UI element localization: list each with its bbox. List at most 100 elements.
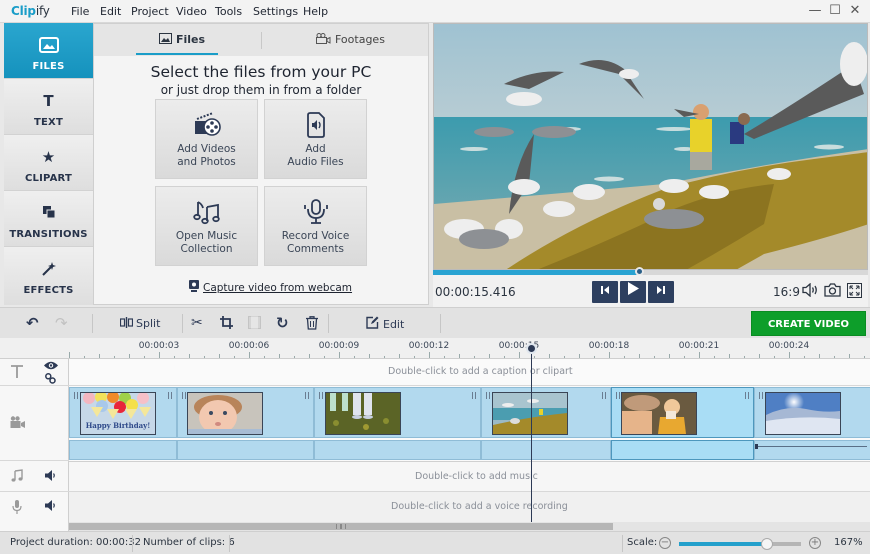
redo-button[interactable]: ↷: [55, 314, 68, 332]
clip-audio-strip[interactable]: [177, 440, 314, 460]
visibility-eye-icon[interactable]: [44, 361, 58, 370]
rotate-icon: ↻: [276, 314, 289, 332]
frame-button[interactable]: [248, 316, 261, 332]
clip-seagulls-beach[interactable]: [481, 387, 611, 438]
edit-icon: [366, 316, 379, 329]
ruler-tick: [264, 356, 265, 358]
maximize-button[interactable]: ☐: [824, 2, 846, 20]
minimize-button[interactable]: —: [804, 2, 826, 20]
clip-trim-handle[interactable]: [182, 392, 186, 399]
clip-trim-handle[interactable]: [319, 392, 323, 399]
delete-button[interactable]: [306, 316, 318, 333]
cut-button[interactable]: ✂: [191, 315, 203, 331]
clip-baby-face[interactable]: [177, 387, 314, 438]
clip-trim-handle[interactable]: [486, 392, 490, 399]
fullscreen-button[interactable]: [847, 283, 862, 302]
ruler-tick: [534, 356, 535, 358]
create-video-button[interactable]: CREATE VIDEO: [751, 311, 866, 336]
speaker-icon[interactable]: [45, 500, 56, 511]
menu-tools[interactable]: Tools: [215, 5, 242, 18]
caption-track[interactable]: Double-click to add a caption or clipart: [69, 359, 870, 386]
volume-button[interactable]: [802, 282, 819, 301]
sidebar-item-text[interactable]: T TEXT: [4, 79, 93, 135]
scale-slider[interactable]: [679, 538, 801, 550]
zoom-in-button[interactable]: +: [809, 537, 821, 549]
open-music-collection-button[interactable]: Open Music Collection: [155, 186, 258, 266]
clip-happy-birthday[interactable]: Happy Birthday!: [69, 387, 177, 438]
sidebar-item-files[interactable]: FILES: [4, 23, 93, 79]
aspect-ratio-button[interactable]: 16:9: [773, 285, 800, 299]
play-button[interactable]: [620, 281, 646, 303]
menu-file[interactable]: File: [71, 5, 89, 18]
link-icon[interactable]: [45, 373, 56, 384]
ruler-tick: [444, 356, 445, 358]
next-button[interactable]: [648, 281, 674, 303]
menu-settings[interactable]: Settings: [253, 5, 298, 18]
previous-button[interactable]: [592, 281, 618, 303]
clip-trim-handle[interactable]: [616, 392, 620, 399]
menu-help[interactable]: Help: [303, 5, 328, 18]
clip-audio-strip[interactable]: [611, 440, 754, 460]
ruler-tick: [654, 356, 655, 358]
clip-trim-handle[interactable]: [168, 392, 172, 399]
volume-line[interactable]: [757, 446, 867, 447]
edit-button[interactable]: Edit: [366, 316, 404, 331]
tab-files[interactable]: Files: [159, 33, 205, 46]
clip-trim-handle[interactable]: [759, 392, 763, 399]
ruler-tick: [294, 356, 295, 358]
sidebar-item-transitions[interactable]: TRANSITIONS: [4, 191, 93, 247]
clip-feet-on-grass[interactable]: [314, 387, 481, 438]
ruler-tick: [219, 354, 220, 358]
record-voice-comments-button[interactable]: Record Voice Comments: [264, 186, 367, 266]
video-preview[interactable]: [433, 23, 868, 270]
timeline-scrollbar-thumb[interactable]: [69, 523, 613, 530]
ruler-tick: [234, 356, 235, 358]
close-button[interactable]: ✕: [844, 2, 866, 20]
clip-audio-strip[interactable]: [69, 440, 177, 460]
add-audio-files-button[interactable]: Add Audio Files: [264, 99, 367, 179]
sidebar-item-clipart[interactable]: ★ CLIPART: [4, 135, 93, 191]
clip-trim-handle[interactable]: [602, 392, 606, 399]
voice-track[interactable]: Double-click to add a voice recording: [69, 492, 870, 522]
menu-edit[interactable]: Edit: [100, 5, 121, 18]
clip-trim-handle[interactable]: [305, 392, 309, 399]
zoom-out-button[interactable]: −: [659, 537, 671, 549]
menu-project[interactable]: Project: [131, 5, 169, 18]
active-tab-indicator: [136, 53, 218, 55]
clip-audio-strip[interactable]: [481, 440, 611, 460]
menu-video[interactable]: Video: [176, 5, 207, 18]
undo-button[interactable]: ↶: [26, 314, 39, 332]
crop-button[interactable]: [220, 316, 233, 332]
timeline-ruler[interactable]: 00:00:03 00:00:06 00:00:09 00:00:12 00:00:15…: [69, 338, 870, 359]
ruler-tick: [804, 356, 805, 358]
rotate-button[interactable]: ↻: [276, 314, 289, 332]
snapshot-button[interactable]: [824, 283, 841, 301]
clip-trim-handle[interactable]: [472, 392, 476, 399]
playhead-line[interactable]: [531, 348, 532, 522]
ruler-tick: [714, 356, 715, 358]
timeline-scrollbar[interactable]: [69, 522, 870, 531]
clip-trim-handle[interactable]: [74, 392, 78, 399]
split-button[interactable]: Split: [119, 316, 160, 330]
capture-webcam-link[interactable]: Capture video from webcam: [189, 280, 352, 294]
tab-footages[interactable]: Footages: [316, 33, 385, 46]
add-videos-photos-button[interactable]: Add Videos and Photos: [155, 99, 258, 179]
video-track[interactable]: Happy Birthday!: [69, 386, 870, 461]
panel-tabs: Files Footages: [94, 24, 428, 56]
clip-child-eating[interactable]: [611, 387, 754, 438]
clip-trim-handle[interactable]: [745, 392, 749, 399]
tile-label: Open Music Collection: [175, 230, 238, 255]
clip-audio-strip[interactable]: [754, 440, 870, 460]
scale-slider-knob[interactable]: [760, 538, 773, 550]
sidebar-item-effects[interactable]: EFFECTS: [4, 247, 93, 305]
volume-keyframe[interactable]: [755, 444, 758, 449]
playhead-handle[interactable]: [526, 343, 537, 354]
music-track[interactable]: Double-click to add music: [69, 461, 870, 492]
video-camera-icon: [10, 416, 25, 428]
status-divider: [622, 535, 623, 552]
skip-forward-icon: [657, 286, 665, 294]
speaker-icon[interactable]: [45, 470, 56, 481]
transitions-icon: [4, 205, 93, 222]
clip-audio-strip[interactable]: [314, 440, 481, 460]
clip-snowy-field[interactable]: [754, 387, 870, 438]
